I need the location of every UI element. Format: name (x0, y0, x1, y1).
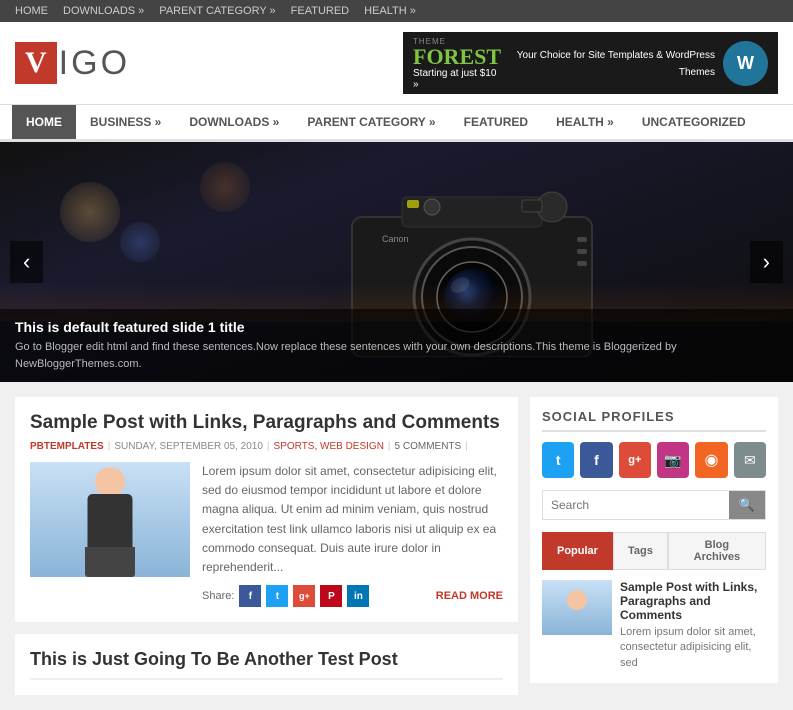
tab-popular[interactable]: Popular (542, 532, 613, 570)
post-1: Sample Post with Links, Paragraphs and C… (15, 397, 518, 622)
post-1-thumbnail (30, 462, 190, 577)
mainnav-home[interactable]: HOME (12, 105, 76, 139)
mainnav-health[interactable]: HEALTH » (542, 105, 628, 139)
post-1-text-area: Lorem ipsum dolor sit amet, consectetur … (202, 462, 503, 607)
social-profiles-title: SOCIAL PROFILES (542, 409, 766, 432)
share-twitter-button[interactable]: t (266, 585, 288, 607)
tab-blog-archives[interactable]: Blog Archives (668, 532, 766, 570)
logo-text: IGO (59, 44, 130, 83)
topnav-home[interactable]: HOME (15, 5, 48, 17)
post-2-title: This is Just Going To Be Another Test Po… (30, 649, 503, 680)
slider-prev-button[interactable]: ‹ (10, 241, 43, 283)
mainnav-uncategorized[interactable]: UNCATEGORIZED (628, 105, 760, 139)
popular-post: Sample Post with Links, Paragraphs and C… (542, 580, 766, 671)
sidebar-tabs-row: Popular Tags Blog Archives (542, 532, 766, 570)
wordpress-icon: W (723, 41, 768, 86)
slider-caption: This is default featured slide 1 title G… (0, 309, 793, 382)
main-nav: HOME BUSINESS » DOWNLOADS » PARENT CATEG… (0, 105, 793, 142)
search-button[interactable]: 🔍 (729, 491, 765, 519)
site-header: V IGO THEME FOREST Starting at just $10 … (0, 22, 793, 105)
post-1-meta: PBTEMPLATES | SUNDAY, SEPTEMBER 05, 2010… (30, 441, 503, 452)
popular-post-info: Sample Post with Links, Paragraphs and C… (620, 580, 766, 671)
search-input[interactable] (543, 491, 729, 519)
content-area: Sample Post with Links, Paragraphs and C… (0, 382, 793, 710)
social-rss-icon[interactable]: ◉ (695, 442, 727, 478)
post-1-excerpt: Lorem ipsum dolor sit amet, consectetur … (202, 462, 503, 577)
search-bar: 🔍 (542, 490, 766, 520)
sidebar: SOCIAL PROFILES t f g+ 📷 ◉ ✉ 🔍 Popular T… (530, 397, 778, 695)
mainnav-downloads[interactable]: DOWNLOADS » (175, 105, 293, 139)
share-label: Share: (202, 590, 234, 602)
post-1-date: SUNDAY, SEPTEMBER 05, 2010 (114, 441, 263, 452)
post-1-body: Lorem ipsum dolor sit amet, consectetur … (30, 462, 503, 607)
popular-post-excerpt: Lorem ipsum dolor sit amet, consectetur … (620, 625, 766, 671)
slider-next-button[interactable]: › (750, 241, 783, 283)
logo-v: V (15, 42, 57, 84)
mainnav-featured[interactable]: FEATURED (450, 105, 542, 139)
read-more-link[interactable]: READ MORE (436, 590, 503, 602)
share-pinterest-button[interactable]: P (320, 585, 342, 607)
social-twitter-icon[interactable]: t (542, 442, 574, 478)
share-linkedin-button[interactable]: in (347, 585, 369, 607)
slider-description: Go to Blogger edit html and find these s… (15, 339, 778, 372)
post-1-comments[interactable]: 5 COMMENTS (395, 441, 462, 452)
popular-post-title: Sample Post with Links, Paragraphs and C… (620, 580, 766, 622)
social-profiles-section: SOCIAL PROFILES t f g+ 📷 ◉ ✉ 🔍 Popular T… (530, 397, 778, 683)
share-facebook-button[interactable]: f (239, 585, 261, 607)
popular-post-thumbnail (542, 580, 612, 635)
post-1-cats[interactable]: SPORTS, WEB DESIGN (274, 441, 384, 452)
social-icons-row: t f g+ 📷 ◉ ✉ (542, 442, 766, 478)
slider: Canon ‹ › This is default featured slide… (0, 142, 793, 382)
main-content: Sample Post with Links, Paragraphs and C… (15, 397, 518, 695)
social-facebook-icon[interactable]: f (580, 442, 612, 478)
mainnav-parent-category[interactable]: PARENT CATEGORY » (293, 105, 449, 139)
mainnav-business[interactable]: BUSINESS » (76, 105, 175, 139)
social-googleplus-icon[interactable]: g+ (619, 442, 651, 478)
ad-banner[interactable]: THEME FOREST Starting at just $10 » Your… (403, 32, 778, 94)
post-1-author[interactable]: PBTEMPLATES (30, 441, 104, 452)
topnav-featured[interactable]: FEATURED (291, 5, 349, 17)
tab-tags[interactable]: Tags (613, 532, 668, 570)
social-email-icon[interactable]: ✉ (734, 442, 766, 478)
social-instagram-icon[interactable]: 📷 (657, 442, 689, 478)
post-1-title: Sample Post with Links, Paragraphs and C… (30, 412, 503, 434)
ad-tagline: Your Choice for Site Templates & WordPre… (517, 50, 715, 78)
topnav-parent-category[interactable]: PARENT CATEGORY » (159, 5, 275, 17)
slider-title: This is default featured slide 1 title (15, 319, 778, 335)
topnav-downloads[interactable]: DOWNLOADS » (63, 5, 144, 17)
topnav-health[interactable]: HEALTH » (364, 5, 416, 17)
top-nav: HOME DOWNLOADS » PARENT CATEGORY » FEATU… (0, 0, 793, 22)
share-googleplus-button[interactable]: g+ (293, 585, 315, 607)
logo[interactable]: V IGO (15, 42, 130, 84)
ad-content: THEME FOREST Starting at just $10 » (413, 37, 501, 90)
svg-text:Canon: Canon (382, 234, 409, 244)
post-2: This is Just Going To Be Another Test Po… (15, 634, 518, 695)
